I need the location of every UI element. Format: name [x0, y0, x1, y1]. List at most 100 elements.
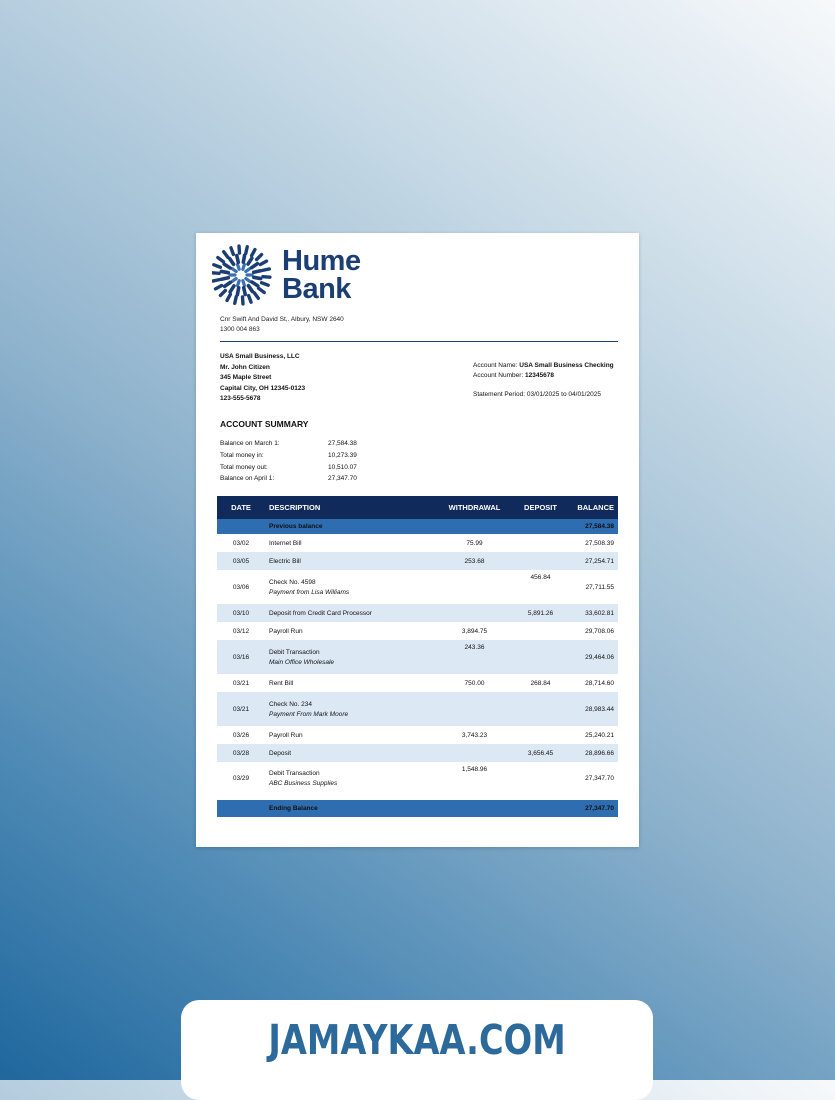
deposit-cell	[512, 622, 569, 640]
account-info-block: Account Name: USA Small Business Checkin…	[473, 361, 614, 400]
end-deposit-cell	[512, 800, 569, 817]
deposit-cell: 3,656.45	[512, 744, 569, 762]
description-cell: Check No. 234Payment From Mark Moore	[265, 692, 437, 726]
bank-address: Cnr Swift And David St,. Albury, NSW 264…	[220, 315, 344, 325]
customer-company: USA Small Business, LLC	[220, 352, 305, 363]
statement-period-line: Statement Period: 03/01/2025 to 04/01/20…	[473, 390, 614, 400]
date-cell: 03/21	[217, 692, 265, 726]
prev-withdrawal-cell	[437, 519, 512, 534]
deposit-cell	[512, 534, 569, 552]
footer-banner: JAMAYKAA.COM	[181, 1000, 653, 1100]
table-row: 03/21Rent Bill750.00268.8428,714.60	[217, 674, 618, 692]
balance-cell: 27,254.71	[569, 552, 618, 570]
description-cell: Deposit	[265, 744, 437, 762]
withdrawal-cell	[437, 570, 512, 604]
description-main: Check No. 4598	[269, 579, 316, 586]
balance-cell: 29,464.06	[569, 640, 618, 674]
deposit-cell: 5,891.26	[512, 604, 569, 622]
deposit-cell	[512, 726, 569, 744]
description-cell: Check No. 4598 Payment from Lisa Williams	[265, 570, 437, 604]
header-date: DATE	[217, 496, 265, 519]
header-deposit: DEPOSIT	[512, 496, 569, 519]
date-cell: 03/12	[217, 622, 265, 640]
previous-balance-row: Previous balance 27,584.38	[217, 519, 618, 534]
withdrawal-cell: 3,743.23	[437, 726, 512, 744]
account-number-label: Account Number:	[473, 372, 523, 379]
table-row: 03/05Electric Bill253.68 27,254.71	[217, 552, 618, 570]
table-row: 03/10Deposit from Credit Card Processor 5…	[217, 604, 618, 622]
table-row: 03/28Deposit3,656.4528,896.66	[217, 744, 618, 762]
account-summary-title: ACCOUNT SUMMARY	[220, 419, 308, 429]
summary-label: Total money in:	[220, 450, 328, 462]
table-row: 03/16Debit TransactionMain Office Wholes…	[217, 640, 618, 674]
balance-cell: 27,508.39	[569, 534, 618, 552]
date-cell: 03/05	[217, 552, 265, 570]
prev-deposit-cell	[512, 519, 569, 534]
header-divider	[220, 341, 618, 342]
deposit-cell	[512, 762, 569, 795]
customer-phone: 123-555-5678	[220, 394, 305, 405]
deposit-cell: 268.84	[512, 674, 569, 692]
bank-wordmark: Hume Bank	[282, 247, 361, 303]
table-row: 03/12Payroll Run3,894.7529,708.06	[217, 622, 618, 640]
summary-row: Balance on April 1:27,347.70	[220, 473, 357, 485]
balance-cell: 28,714.60	[569, 674, 618, 692]
table-row: 03/02Internet Bill75.9927,508.39	[217, 534, 618, 552]
account-number-line: Account Number: 12345678	[473, 371, 614, 381]
account-name-line: Account Name: USA Small Business Checkin…	[473, 361, 614, 371]
customer-city: Capital City, OH 12345-0123	[220, 384, 305, 395]
statement-period-value: 03/01/2025 to 04/01/2025	[527, 391, 601, 398]
summary-label: Balance on March 1:	[220, 438, 328, 450]
deposit-cell	[512, 692, 569, 726]
date-cell: 03/06	[217, 570, 265, 604]
description-cell: Internet Bill	[265, 534, 437, 552]
description-cell: Payroll Run	[265, 726, 437, 744]
header-description: DESCRIPTION	[265, 496, 437, 519]
description-cell: Payroll Run	[265, 622, 437, 640]
deposit-cell: 456.84	[512, 570, 569, 604]
summary-label: Total money out:	[220, 462, 328, 474]
balance-cell: 25,240.21	[569, 726, 618, 744]
summary-row: Balance on March 1:27,584.38	[220, 438, 357, 450]
bank-logo: Hume Bank	[212, 242, 382, 308]
account-number-value: 12345678	[525, 372, 554, 379]
table-header-row: DATE DESCRIPTION WITHDRAWAL DEPOSIT BALA…	[217, 496, 618, 519]
description-sub: Payment from Lisa Williams	[269, 589, 433, 596]
table-row: 03/21Check No. 234Payment From Mark Moor…	[217, 692, 618, 726]
date-cell: 03/10	[217, 604, 265, 622]
summary-row: Total money out:10,510.07	[220, 462, 357, 474]
table-row: 03/06 Check No. 4598 Payment from Lisa Wil…	[217, 570, 618, 604]
end-withdrawal-cell	[437, 800, 512, 817]
withdrawal-cell: 253.68	[437, 552, 512, 570]
date-cell: 03/16	[217, 640, 265, 674]
account-name-label: Account Name:	[473, 362, 517, 369]
account-summary: Balance on March 1:27,584.38 Total money…	[220, 438, 357, 485]
deposit-cell	[512, 552, 569, 570]
sunburst-logo-icon	[212, 243, 272, 307]
withdrawal-cell: 750.00	[437, 674, 512, 692]
description-sub: ABC Business Supplies	[269, 780, 433, 787]
withdrawal-cell	[437, 692, 512, 726]
balance-cell: 33,602.81	[569, 604, 618, 622]
description-cell: Debit TransactionABC Business Supplies	[265, 762, 437, 795]
bank-name-line1: Hume	[282, 247, 361, 275]
description-cell: Rent Bill	[265, 674, 437, 692]
footer-website-text: JAMAYKAA.COM	[223, 1016, 610, 1064]
previous-balance-value: 27,584.38	[569, 519, 618, 534]
date-cell: 03/26	[217, 726, 265, 744]
customer-street: 345 Maple Street	[220, 373, 305, 384]
ending-balance-label: Ending Balance	[265, 800, 437, 817]
date-cell: 03/28	[217, 744, 265, 762]
summary-row: Total money in:10,273.39	[220, 450, 357, 462]
balance-cell: 27,711.55	[569, 570, 618, 604]
header-withdrawal: WITHDRAWAL	[437, 496, 512, 519]
statement-period-label: Statement Period:	[473, 391, 525, 398]
withdrawal-cell: 243.36	[437, 640, 512, 674]
bank-phone: 1300 004 863	[220, 325, 344, 335]
description-cell: Electric Bill	[265, 552, 437, 570]
bank-statement: Hume Bank Cnr Swift And David St,. Albur…	[196, 233, 639, 847]
description-cell: Deposit from Credit Card Processor	[265, 604, 437, 622]
deposit-cell	[512, 640, 569, 674]
table-row: 03/26Payroll Run3,743.23 25,240.21	[217, 726, 618, 744]
account-name-value: USA Small Business Checking	[519, 362, 613, 369]
